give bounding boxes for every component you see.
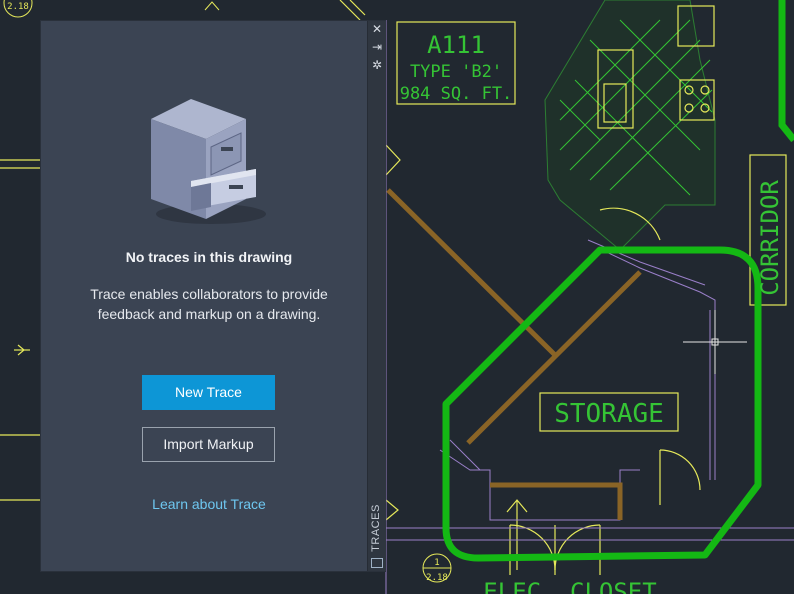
traces-panel-body: No traces in this drawing Trace enables … xyxy=(41,21,367,571)
pin-icon[interactable]: ⇥ xyxy=(368,39,386,55)
beams xyxy=(386,188,642,520)
learn-about-trace-link[interactable]: Learn about Trace xyxy=(41,496,377,512)
empty-state-description: Trace enables collaborators to provide f… xyxy=(90,286,328,322)
file-cabinet-icon xyxy=(151,99,266,224)
unit-tag-label: A111 xyxy=(427,31,485,59)
unit-type-label: TYPE 'B2' xyxy=(410,62,502,82)
callout-bottom-number: 2.18 xyxy=(426,573,448,583)
palette-title-bar[interactable]: ✕ ⇥ ✲ TRACES xyxy=(367,21,386,571)
new-trace-button[interactable]: New Trace xyxy=(142,375,275,410)
storage-label: STORAGE xyxy=(554,399,664,429)
palette-title: TRACES xyxy=(370,504,382,552)
kitchen-hatch xyxy=(544,0,716,251)
empty-state-title: No traces in this drawing xyxy=(125,249,293,265)
settings-icon[interactable]: ✲ xyxy=(368,57,386,73)
close-icon[interactable]: ✕ xyxy=(368,21,386,37)
closet-label: ELEC. CLOSET xyxy=(483,578,656,594)
corridor-highlight-edge xyxy=(778,0,794,143)
callout-top-number: 2.18 xyxy=(7,2,29,12)
callout-bottom-top: 1 xyxy=(434,558,439,568)
traces-palette: No traces in this drawing Trace enables … xyxy=(40,20,386,572)
unit-area-label: 984 SQ. FT. xyxy=(400,84,513,104)
traces-panel-icon[interactable] xyxy=(371,558,383,568)
corridor-label: CORRIDOR xyxy=(756,180,784,296)
import-markup-button[interactable]: Import Markup xyxy=(142,427,275,462)
crosshair-cursor xyxy=(683,310,747,374)
